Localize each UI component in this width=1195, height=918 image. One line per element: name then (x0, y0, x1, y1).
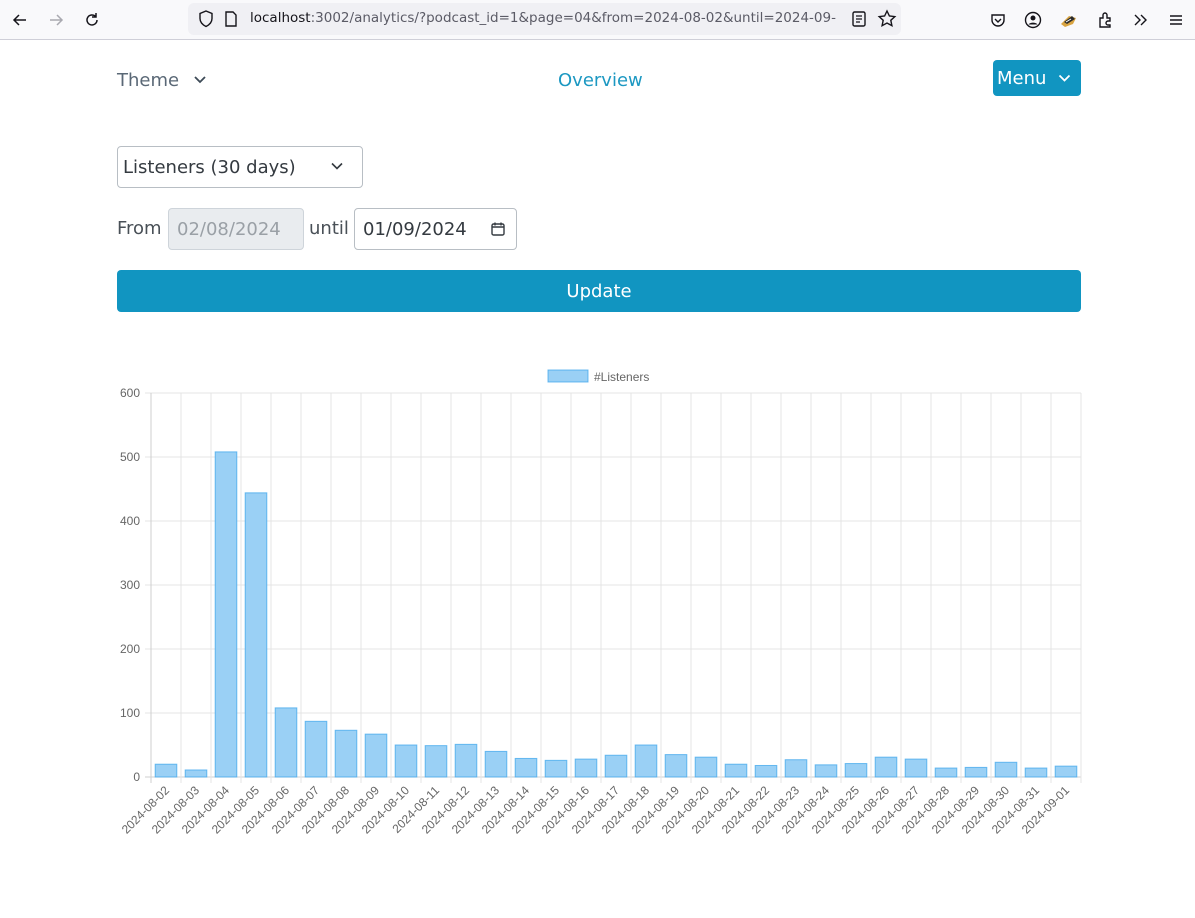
from-date-value: 02/08/2024 (177, 218, 281, 240)
chevron-down-icon (1059, 74, 1071, 82)
from-label: From (117, 218, 162, 239)
y-tick-label: 0 (133, 770, 140, 784)
app-menu-button[interactable] (1165, 9, 1187, 31)
update-button[interactable]: Update (117, 270, 1081, 312)
y-tick-label: 400 (120, 514, 140, 528)
bar-2024-08-25[interactable] (844, 763, 868, 778)
menu-label: Menu (997, 67, 1047, 89)
bar-2024-09-01[interactable] (1054, 765, 1078, 778)
y-tick-label: 200 (120, 642, 140, 656)
bar-2024-08-29[interactable] (964, 766, 988, 778)
pocket-button[interactable] (987, 9, 1009, 31)
url-path: :3002/analytics/?podcast_id=1&page=04&fr… (310, 10, 836, 26)
until-label: until (309, 218, 349, 239)
bar-2024-08-24[interactable] (814, 764, 838, 778)
extension-badger-button[interactable] (1058, 9, 1080, 31)
calendar-icon[interactable] (490, 221, 506, 237)
legend-label: #Listeners (594, 370, 649, 384)
bar-2024-08-14[interactable] (514, 757, 538, 778)
pocket-icon (991, 14, 1005, 27)
bar-2024-08-08[interactable] (334, 729, 358, 778)
bar-2024-08-23[interactable] (784, 759, 808, 778)
x-axis: 2024-08-022024-08-032024-08-042024-08-05… (119, 783, 1073, 837)
metric-select[interactable]: Listeners (30 days) (117, 146, 363, 188)
url-text[interactable]: localhost:3002/analytics/?podcast_id=1&p… (250, 10, 840, 26)
browser-toolbar: localhost:3002/analytics/?podcast_id=1&p… (0, 0, 1195, 40)
hamburger-menu-icon (1170, 15, 1182, 25)
forward-icon (50, 14, 64, 26)
theme-dropdown[interactable]: Theme (117, 66, 207, 94)
listeners-bar-chart: 0 100 200 300 400 500 600 2024-08-022024-08-03… (119, 369, 1082, 837)
back-button[interactable] (8, 8, 32, 32)
bar-2024-08-17[interactable] (604, 754, 628, 778)
y-tick-label: 100 (120, 706, 140, 720)
until-date-value: 01/09/2024 (363, 218, 467, 240)
bar-2024-08-30[interactable] (994, 761, 1018, 778)
until-date-input[interactable]: 01/09/2024 (354, 208, 517, 250)
y-tick-label: 300 (120, 578, 140, 592)
extensions-icon (1099, 12, 1111, 28)
y-tick-label: 600 (120, 386, 140, 400)
extension-badger-icon (1061, 16, 1076, 27)
overflow-button[interactable] (1129, 9, 1151, 31)
menu-button[interactable]: Menu (993, 60, 1081, 96)
from-date-input: 02/08/2024 (168, 208, 304, 250)
account-icon (1024, 11, 1042, 29)
y-axis: 0 100 200 300 400 500 600 (120, 386, 140, 784)
reload-icon (86, 13, 98, 26)
bar-2024-08-27[interactable] (904, 758, 928, 778)
y-tick-label: 500 (120, 450, 140, 464)
bar-2024-08-12[interactable] (454, 743, 478, 778)
extensions-button[interactable] (1094, 9, 1116, 31)
url-bar[interactable]: localhost:3002/analytics/?podcast_id=1&p… (188, 3, 901, 35)
legend-swatch (547, 369, 589, 383)
bar-2024-08-04[interactable] (214, 451, 238, 778)
bar-2024-08-22[interactable] (754, 764, 778, 778)
bar-2024-08-06[interactable] (274, 707, 298, 778)
url-host: localhost (250, 10, 311, 26)
reload-button[interactable] (80, 8, 104, 32)
account-button[interactable] (1022, 9, 1044, 31)
reader-view-icon[interactable] (850, 10, 868, 28)
bar-2024-08-31[interactable] (1024, 767, 1048, 778)
bar-2024-08-13[interactable] (484, 750, 508, 778)
bar-2024-08-07[interactable] (304, 720, 328, 778)
bar-2024-08-19[interactable] (664, 754, 688, 778)
chart-legend[interactable]: #Listeners (547, 369, 649, 384)
shield-icon[interactable] (196, 9, 216, 29)
bar-2024-08-15[interactable] (544, 759, 568, 778)
bar-2024-08-20[interactable] (694, 756, 718, 778)
bar-2024-08-18[interactable] (634, 744, 658, 778)
overview-link[interactable]: Overview (558, 66, 643, 94)
bar-2024-08-02[interactable] (154, 763, 178, 778)
metric-select-value: Listeners (30 days) (123, 156, 296, 178)
bar-2024-08-11[interactable] (424, 745, 448, 778)
chevron-down-icon (194, 76, 206, 84)
forward-button[interactable] (44, 8, 68, 32)
chevron-down-icon (331, 162, 343, 170)
bar-2024-08-05[interactable] (244, 492, 268, 778)
bar-series (154, 451, 1078, 778)
back-icon (12, 14, 26, 26)
theme-label: Theme (117, 69, 180, 91)
bar-2024-08-26[interactable] (874, 756, 898, 778)
bar-2024-08-09[interactable] (364, 733, 388, 778)
page-icon (225, 11, 237, 27)
bar-2024-08-10[interactable] (394, 744, 418, 778)
bar-2024-08-21[interactable] (724, 763, 748, 778)
bookmark-star-icon[interactable] (876, 8, 898, 30)
bar-2024-08-03[interactable] (184, 769, 208, 778)
bar-2024-08-28[interactable] (934, 767, 958, 778)
overflow-icon (1134, 14, 1147, 26)
bar-2024-08-16[interactable] (574, 758, 598, 778)
